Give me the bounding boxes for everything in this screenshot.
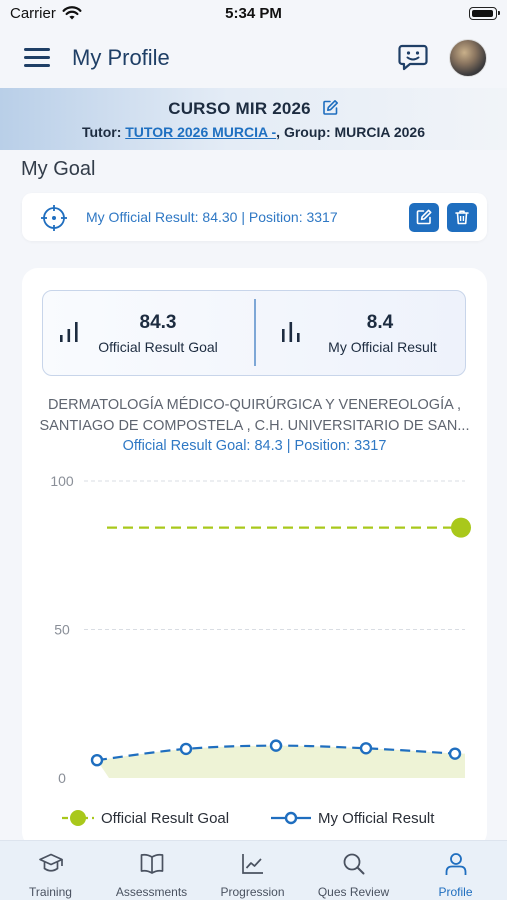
bar-chart-icon [282,322,300,342]
line-chart: 100 50 0 Official Result Goal My Official Re… [50,473,471,827]
menu-line [24,64,50,67]
legend-result-label: My Official Result [318,810,435,827]
my-result-point [90,753,104,767]
my-result-point [448,747,462,760]
goal-description-line2: SANTIAGO DE COMPOSTELA , C.H. UNIVERSITA… [39,418,470,434]
legend-result-marker [284,811,298,825]
goal-description-line1: DERMATOLOGÍA MÉDICO-QUIRÚRGICA Y VENEREO… [47,397,462,413]
tab-label: Training [29,885,72,899]
goal-summary-text: My Official Result: 84.30 | Position: 33… [86,209,338,225]
my-goal-title: My Goal [21,158,96,180]
person-icon [445,853,467,875]
clock-time: 5:34 PM [225,5,282,22]
chat-feedback-button[interactable] [397,42,429,72]
tutor-prefix: Tutor: [81,124,126,140]
tutor-link[interactable]: TUTOR 2026 MURCIA - [125,124,276,140]
group-text: , Group: MURCIA 2026 [276,124,426,140]
y-tick-label: 0 [58,770,66,786]
my-result-point [359,742,373,755]
bar-chart-icon [60,322,78,342]
legend-goal-label: Official Result Goal [101,810,229,827]
my-result-point [179,742,193,756]
trash-icon [455,210,469,225]
edit-course-icon[interactable] [322,99,339,116]
goal-stat-label: Official Result Goal [98,339,218,355]
open-book-icon [140,853,164,874]
result-stat-label: My Official Result [328,339,437,355]
edit-goal-button[interactable] [409,203,439,232]
tab-ques-review[interactable]: Ques Review [303,841,404,900]
y-tick-label: 50 [54,622,70,638]
tab-label: Assessments [115,885,188,899]
course-title: CURSO MIR 2026 [168,99,311,118]
user-avatar[interactable] [449,39,487,77]
goal-description-sub: Official Result Goal: 84.3 | Position: 3… [122,438,387,454]
tutor-group-line: Tutor: TUTOR 2026 MURCIA -, Group: MURCI… [0,124,507,140]
y-tick-label: 100 [50,473,74,489]
search-icon [343,853,365,875]
target-icon [41,205,67,231]
course-title-row: CURSO MIR 2026 [0,99,507,119]
bottom-tab-bar: Training Assessments Progression Ques Re… [0,840,507,900]
my-result-point [269,739,283,752]
page-title: My Profile [72,45,170,70]
menu-line [24,56,50,59]
chat-feedback-icon [398,44,428,71]
goal-series-point [451,517,471,538]
goal-stat-value: 84.3 [139,312,177,333]
menu-line [24,48,50,51]
course-banner: CURSO MIR 2026 Tutor: TUTOR 2026 MURCIA … [0,88,507,150]
tab-profile[interactable]: Profile [405,841,506,900]
stats-divider [254,299,256,366]
delete-goal-button[interactable] [447,203,477,232]
tab-label: Ques Review [317,885,390,899]
line-chart-icon [242,854,263,874]
status-bar: Carrier 5:34 PM [0,0,507,30]
battery-icon [469,7,500,20]
edit-icon [416,209,432,225]
tab-label: Progression [220,885,285,899]
result-stat-value: 8.4 [366,312,394,333]
legend-goal-marker [70,810,86,826]
hamburger-menu-button[interactable] [22,44,52,70]
tab-progression[interactable]: Progression [202,841,303,900]
tab-label: Profile [438,885,473,899]
app-header: My Profile [0,30,507,88]
tab-assessments[interactable]: Assessments [101,841,202,900]
goal-summary-card: My Official Result: 84.30 | Position: 33… [22,193,487,241]
graduation-cap-icon [39,853,63,872]
tab-training[interactable]: Training [0,841,101,900]
